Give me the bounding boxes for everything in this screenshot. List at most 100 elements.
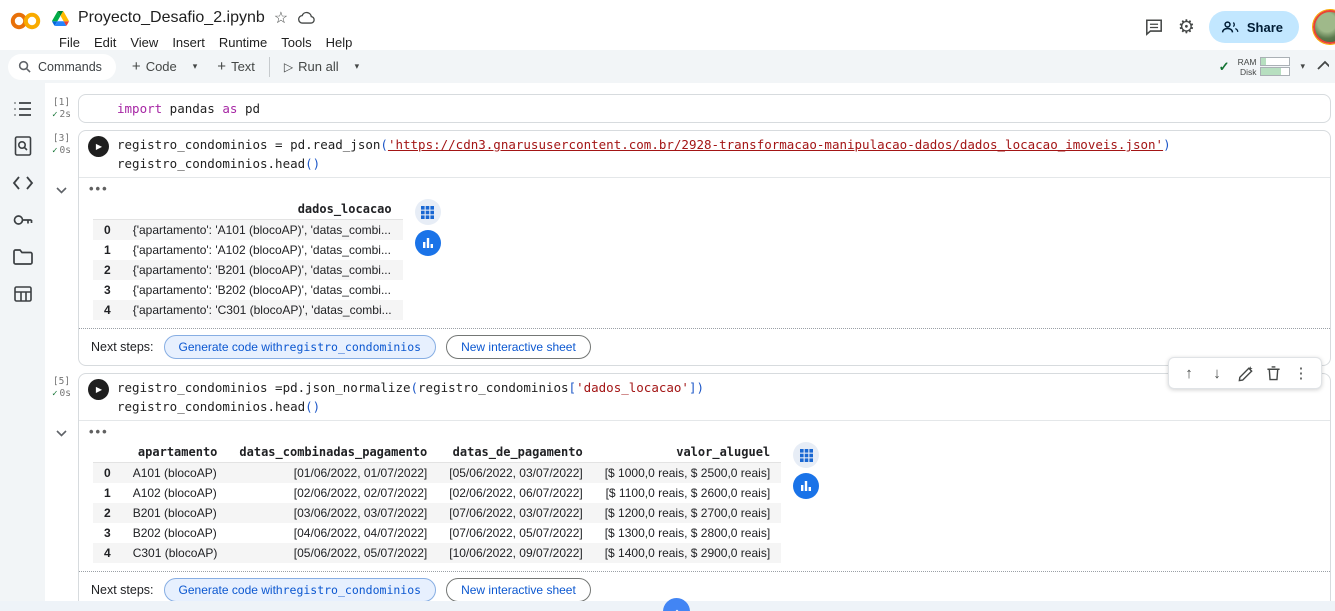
collapse-output-button[interactable]	[56, 425, 67, 440]
share-label: Share	[1246, 19, 1283, 35]
play-icon: ▶	[95, 142, 103, 151]
table-cell: [$ 1100,0 reais, $ 2600,0 reais]	[605, 486, 771, 500]
secrets-key-icon[interactable]	[8, 207, 38, 233]
menu-insert[interactable]: Insert	[165, 33, 212, 52]
top-header: Proyecto_Desafio_2.ipynb ☆ File Edit Vie…	[0, 0, 1335, 50]
colab-logo-icon	[10, 12, 41, 30]
table-cell: {'apartamento': 'C301 (blocoAP)', 'datas…	[132, 303, 392, 317]
generate-code-button[interactable]: Generate code with registro_condominios	[163, 335, 437, 359]
success-check-icon: ✓	[52, 109, 58, 120]
new-interactive-sheet-button[interactable]: New interactive sheet	[446, 578, 591, 602]
notebook-toolbar: Commands + Code ▾ + Text ▷ Run all ▾ ✓ R…	[0, 50, 1335, 83]
menu-tools[interactable]: Tools	[274, 33, 318, 52]
table-cell: [10/06/2022, 09/07/2022]	[449, 546, 583, 560]
menu-view[interactable]: View	[123, 33, 165, 52]
code-snippets-icon[interactable]	[8, 170, 38, 196]
add-code-dropdown[interactable]: ▾	[185, 57, 206, 76]
chevron-down-icon	[56, 187, 67, 194]
comments-button[interactable]	[1144, 18, 1164, 36]
cloud-save-status-button[interactable]	[297, 11, 316, 25]
row-index: 3	[104, 283, 111, 297]
output-more-menu[interactable]: •••	[89, 425, 109, 439]
run-all-dropdown[interactable]: ▾	[347, 57, 368, 76]
cell-output: ••• apartamento datas_combinadas_pagament…	[79, 421, 1330, 571]
chevron-down-icon	[56, 430, 67, 437]
menu-runtime[interactable]: Runtime	[212, 33, 274, 52]
star-icon: ☆	[273, 10, 289, 27]
execution-count: [5]	[52, 376, 71, 387]
dataframe-table: apartamento datas_combinadas_pagamento dat…	[93, 442, 782, 563]
add-code-button[interactable]: + Code	[124, 54, 185, 79]
files-folder-icon[interactable]	[8, 244, 38, 270]
table-view-button[interactable]	[793, 442, 820, 468]
star-button[interactable]: ☆	[274, 8, 288, 28]
find-in-doc-icon[interactable]	[8, 133, 38, 159]
left-sidebar	[0, 83, 45, 611]
column-header	[93, 199, 122, 220]
delete-cell-button[interactable]	[1261, 361, 1285, 385]
table-cell: [$ 1200,0 reais, $ 2700,0 reais]	[604, 506, 771, 520]
table-cell: [$ 1400,0 reais, $ 2900,0 reais]	[604, 546, 771, 560]
generate-code-button[interactable]: Generate code with registro_condominios	[163, 578, 437, 602]
avatar[interactable]	[1313, 10, 1335, 44]
table-cell: A102 (blocoAP)	[132, 486, 217, 500]
table-of-contents-icon[interactable]	[8, 96, 38, 122]
table-cell: [$ 1000,0 reais, $ 2500,0 reais]	[604, 466, 771, 480]
row-index: 4	[104, 303, 111, 317]
edit-with-ai-button[interactable]	[1233, 361, 1257, 385]
resource-monitor[interactable]: RAM Disk	[1238, 57, 1291, 77]
table-cell: A101 (blocoAP)	[132, 466, 217, 480]
table-row: 1 A102 (blocoAP) [02/06/2022, 02/07/2022] […	[93, 483, 781, 503]
table-view-button[interactable]	[414, 199, 441, 225]
generate-code-text: Generate code with	[178, 340, 283, 354]
chart-view-button[interactable]	[793, 473, 820, 499]
code-editor[interactable]: registro_condominios =pd.json_normalize(…	[117, 378, 1330, 416]
next-steps-label: Next steps:	[91, 340, 154, 354]
add-code-label: Code	[145, 59, 177, 74]
execution-time: 2s	[59, 109, 71, 120]
move-cell-up-button[interactable]: ↑	[1177, 361, 1201, 385]
more-options-button[interactable]: ⋮	[1289, 361, 1313, 385]
settings-button[interactable]: ⚙	[1178, 16, 1195, 39]
row-index: 1	[104, 243, 111, 257]
collapse-output-button[interactable]	[56, 182, 67, 197]
add-text-button[interactable]: + Text	[209, 54, 263, 79]
bar-chart-icon	[801, 481, 812, 491]
menu-help[interactable]: Help	[319, 33, 360, 52]
data-table-icon[interactable]	[8, 281, 38, 307]
move-cell-down-button[interactable]: ↓	[1205, 361, 1229, 385]
table-cell: [07/06/2022, 03/07/2022]	[449, 506, 583, 520]
colab-app: Proyecto_Desafio_2.ipynb ☆ File Edit Vie…	[0, 0, 1335, 611]
run-cell-button[interactable]: ▶	[87, 136, 109, 157]
collapse-header-button[interactable]	[1315, 58, 1329, 76]
commands-button[interactable]: Commands	[8, 53, 116, 80]
notebook-title[interactable]: Proyecto_Desafio_2.ipynb	[78, 9, 265, 27]
share-button[interactable]: Share	[1208, 11, 1299, 43]
chevron-down-icon: ▾	[192, 61, 198, 71]
code-editor[interactable]: import pandas as pd	[79, 99, 1330, 118]
menu-edit[interactable]: Edit	[87, 33, 123, 52]
vertical-dots-icon: ⋮	[1293, 365, 1309, 382]
output-more-menu[interactable]: •••	[89, 182, 109, 196]
column-header: valor_aluguel	[593, 442, 782, 463]
table-row: 3 B202 (blocoAP) [04/06/2022, 04/07/2022] […	[93, 523, 781, 543]
row-index: 3	[104, 526, 111, 540]
run-cell-button[interactable]: ▶	[87, 379, 109, 400]
colab-logo[interactable]	[8, 6, 50, 38]
menu-file[interactable]: File	[52, 33, 87, 52]
table-row: 3 {'apartamento': 'B202 (blocoAP)', 'data…	[93, 280, 403, 300]
table-row: 1 {'apartamento': 'A102 (blocoAP)', 'data…	[93, 240, 403, 260]
disk-bar	[1260, 67, 1291, 76]
run-all-button[interactable]: ▷ Run all	[276, 55, 347, 78]
ram-bar	[1260, 57, 1291, 66]
generate-code-text: Generate code with	[178, 583, 283, 597]
chart-view-button[interactable]	[414, 230, 441, 256]
table-cell: [02/06/2022, 06/07/2022]	[449, 486, 583, 500]
bar-chart-icon	[422, 238, 433, 248]
table-cell: C301 (blocoAP)	[132, 546, 218, 560]
trash-icon	[1266, 366, 1280, 381]
resource-dropdown[interactable]: ▾	[1298, 57, 1307, 76]
success-check-icon: ✓	[52, 145, 58, 156]
code-editor[interactable]: registro_condominios = pd.read_json('htt…	[117, 135, 1330, 173]
new-interactive-sheet-button[interactable]: New interactive sheet	[446, 335, 591, 359]
